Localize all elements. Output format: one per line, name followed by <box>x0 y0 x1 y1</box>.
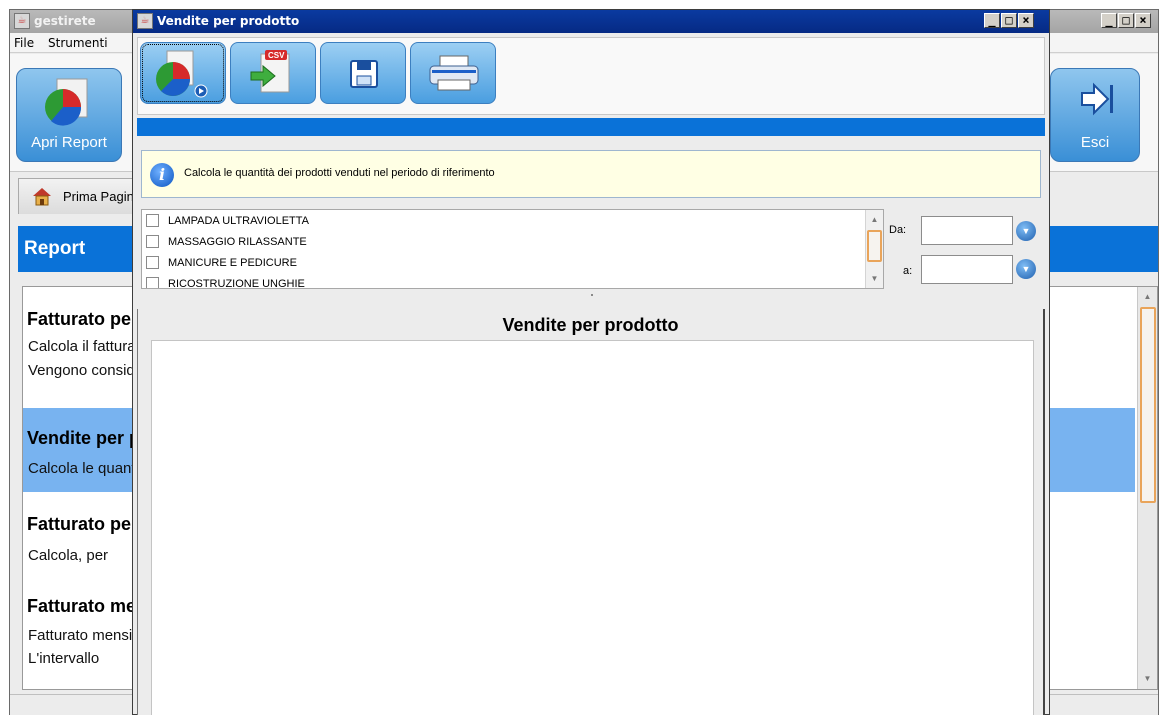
chart-title: Vendite per prodotto <box>502 315 679 335</box>
report-item-line: Calcola, per <box>28 547 109 564</box>
dialog-titlebar[interactable]: ☕ Vendite per prodotto _ □ × <box>133 10 1049 33</box>
report-item-line: Fatturato mensile <box>28 627 144 644</box>
chart-icon <box>156 50 208 98</box>
main-window-controls: _ □ × <box>1100 13 1151 30</box>
product-list: LAMPADA ULTRAVIOLETTA MASSAGGIO RILASSAN… <box>141 209 884 289</box>
menu-strumenti[interactable]: Strumenti <box>48 36 108 50</box>
date-to-picker-icon[interactable]: ▼ <box>1016 259 1036 279</box>
exit-label: Esci <box>1080 134 1110 151</box>
product-label: MASSAGGIO RILASSANTE <box>168 236 307 248</box>
java-app-icon: ☕ <box>14 13 30 29</box>
csv-export-icon: CSV <box>250 50 290 93</box>
splitter-handle[interactable] <box>591 294 593 296</box>
main-window-title: gestirete <box>34 14 96 28</box>
home-icon <box>33 188 51 206</box>
open-report-button[interactable]: Apri Report <box>16 68 122 162</box>
report-item-line: L'intervallo <box>28 650 100 667</box>
print-icon <box>429 55 479 91</box>
dialog-toolbar: CSV <box>137 37 1045 115</box>
maximize-icon[interactable]: □ <box>1118 13 1134 28</box>
exit-button[interactable]: Esci <box>1050 68 1140 162</box>
product-checkbox[interactable] <box>146 256 159 269</box>
product-list-scrollbar[interactable]: ▲ ▼ <box>865 210 883 288</box>
chart-plot-area <box>151 340 1034 715</box>
product-checkbox[interactable] <box>146 214 159 227</box>
report-section-title: Report <box>24 238 86 259</box>
pie-chart-icon <box>45 78 88 126</box>
product-checkbox[interactable] <box>146 235 159 248</box>
date-to-field[interactable] <box>921 255 1013 284</box>
date-to-label: a: <box>903 265 913 277</box>
date-from-picker-icon[interactable]: ▼ <box>1016 221 1036 241</box>
list-item[interactable]: MASSAGGIO RILASSANTE <box>146 233 858 253</box>
report-item-title: Fatturato per <box>27 514 139 534</box>
dialog-controls: _ □ × <box>983 13 1034 30</box>
chart-panel: Vendite per prodotto <box>137 309 1045 715</box>
info-text: Calcola le quantità dei prodotti venduti… <box>184 167 495 179</box>
scroll-up-icon[interactable]: ▲ <box>1140 289 1155 304</box>
minimize-icon[interactable]: _ <box>984 13 1000 28</box>
dialog-title: Vendite per prodotto <box>157 14 300 28</box>
java-app-icon: ☕ <box>137 13 153 29</box>
close-icon[interactable]: × <box>1135 13 1151 28</box>
vendite-dialog: ☕ Vendite per prodotto _ □ × CSV i Calco… <box>132 9 1050 715</box>
tab-prima-pagina-label: Prima Pagina <box>63 189 142 204</box>
generate-chart-button[interactable] <box>140 42 226 104</box>
list-item[interactable]: LAMPADA ULTRAVIOLETTA <box>146 212 858 232</box>
exit-arrow-icon <box>1081 82 1113 116</box>
report-list-scrollbar[interactable]: ▲ ▼ <box>1137 287 1157 689</box>
scroll-down-icon[interactable]: ▼ <box>867 271 882 286</box>
info-icon: i <box>150 163 174 187</box>
maximize-icon[interactable]: □ <box>1001 13 1017 28</box>
date-from-label: Da: <box>889 224 907 236</box>
product-label: MANICURE E PEDICURE <box>168 257 297 269</box>
scroll-thumb[interactable] <box>867 230 882 262</box>
close-icon[interactable]: × <box>1018 13 1034 28</box>
save-button[interactable] <box>320 42 406 104</box>
minimize-icon[interactable]: _ <box>1101 13 1117 28</box>
product-label: LAMPADA ULTRAVIOLETTA <box>168 215 309 227</box>
date-from-field[interactable] <box>921 216 1013 245</box>
scroll-down-icon[interactable]: ▼ <box>1140 671 1155 686</box>
product-checkbox[interactable] <box>146 277 159 288</box>
info-box: i Calcola le quantità dei prodotti vendu… <box>141 150 1041 198</box>
list-item[interactable]: RICOSTRUZIONE UNGHIE <box>146 275 858 289</box>
save-icon <box>350 60 378 88</box>
report-item-line: Calcola il fatturato <box>28 338 149 355</box>
print-button[interactable] <box>410 42 496 104</box>
dialog-accent-bar <box>137 118 1045 136</box>
scroll-thumb[interactable] <box>1140 307 1156 503</box>
tab-prima-pagina[interactable]: Prima Pagina <box>18 178 142 214</box>
product-label: RICOSTRUZIONE UNGHIE <box>168 278 305 289</box>
list-item[interactable]: MANICURE E PEDICURE <box>146 254 858 274</box>
export-csv-button[interactable]: CSV <box>230 42 316 104</box>
scroll-up-icon[interactable]: ▲ <box>867 212 882 227</box>
svg-text:CSV: CSV <box>268 51 285 60</box>
open-report-label: Apri Report <box>31 134 107 151</box>
menu-file[interactable]: File <box>14 36 34 50</box>
